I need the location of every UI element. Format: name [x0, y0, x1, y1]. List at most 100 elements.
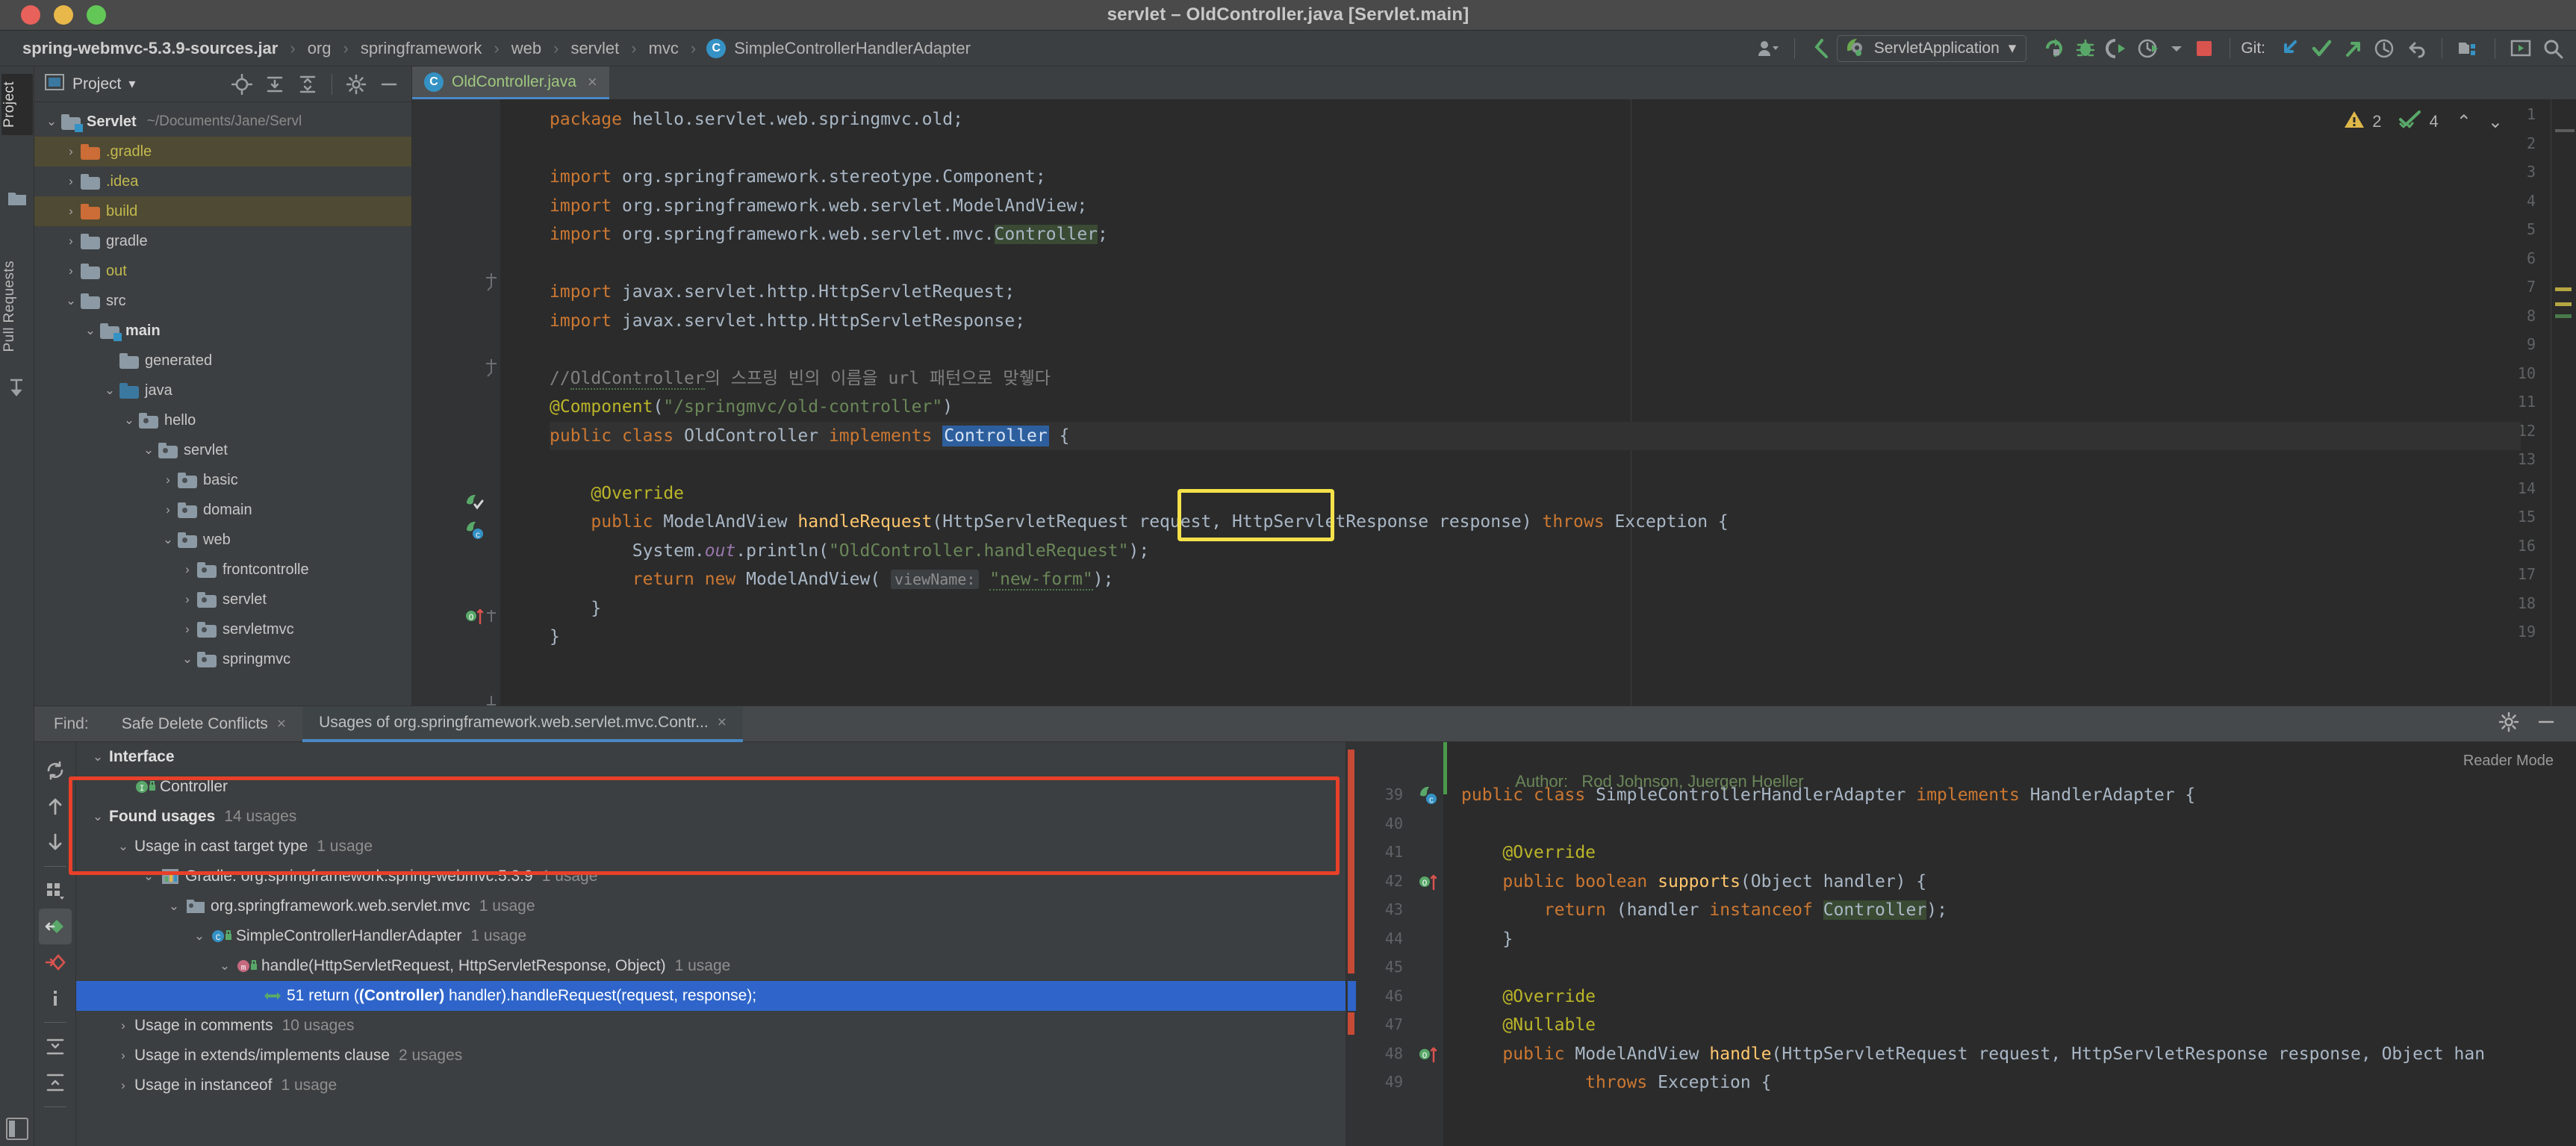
usage-row[interactable]: › Usage in comments 10 usages — [76, 1011, 1345, 1041]
usage-row[interactable]: I Controller — [76, 772, 1345, 802]
code-line[interactable]: } — [550, 623, 560, 652]
profiler-icon[interactable] — [2132, 34, 2164, 63]
expand-arrow-icon[interactable]: › — [61, 234, 81, 249]
close-icon[interactable]: × — [277, 715, 286, 733]
project-tree-row[interactable]: › .gradle — [34, 137, 411, 166]
project-tree[interactable]: ⌄ Servlet ~/Documents/Jane/Servl › .gradle ›.… — [34, 102, 411, 704]
collapse-arrow-icon[interactable]: ⌄ — [42, 114, 61, 129]
collapse-arrow-icon[interactable]: ⌄ — [158, 532, 178, 547]
expand-arrow-icon[interactable]: › — [112, 1078, 134, 1093]
find-tab-usages[interactable]: Usages of org.springframework.web.servle… — [302, 706, 744, 742]
hide-panel-icon[interactable] — [2536, 711, 2557, 736]
expand-arrow-icon[interactable]: › — [61, 144, 81, 159]
collapse-arrow-icon[interactable]: ⌄ — [163, 899, 185, 914]
breadcrumb-item-org[interactable]: org — [306, 39, 333, 58]
expand-arrow-icon[interactable]: › — [158, 502, 178, 517]
usage-row[interactable]: › Usage in extends/implements clause 2 usa… — [76, 1041, 1345, 1071]
expand-usages-icon[interactable] — [38, 909, 72, 944]
exclude-usage-icon[interactable] — [39, 944, 72, 980]
collapse-arrow-icon[interactable]: ⌄ — [87, 809, 109, 824]
bean-class-gutter-icon[interactable]: C — [1418, 785, 1439, 809]
close-icon[interactable]: × — [588, 72, 597, 92]
code-editor[interactable]: 1 2 3 4 5 6 7 8 9 10 11 12 13 14 15 16 17 18 19 package he… — [412, 99, 2576, 706]
project-tree-row[interactable]: ⌄ src — [34, 286, 411, 316]
collapse-arrow-icon[interactable]: ⌄ — [178, 652, 197, 667]
run-anything-icon[interactable] — [2506, 34, 2537, 63]
usage-row[interactable]: ⌄ Found usages 14 usages — [76, 802, 1345, 832]
preview-code-line[interactable]: } — [1461, 929, 1513, 959]
code-line[interactable]: public class OldController implements Co… — [550, 421, 2521, 450]
project-tree-row[interactable]: ⌄ springmvc — [34, 644, 411, 674]
usage-row[interactable]: ⌄ Usage in cast target type 1 usage — [76, 832, 1345, 862]
preview-code-line[interactable]: public class SimpleControllerHandlerAdap… — [1461, 785, 2195, 815]
run-icon[interactable] — [2038, 34, 2070, 63]
inspection-widget[interactable]: 2 4 ⌃ ⌄ — [2344, 110, 2503, 134]
expand-arrow-icon[interactable]: › — [158, 473, 178, 488]
chevron-down-icon[interactable]: ▾ — [128, 76, 135, 92]
breadcrumb-item-springframework[interactable]: springframework — [359, 39, 484, 58]
code-line[interactable]: System.out.println("OldController.handle… — [550, 537, 1149, 566]
usage-row[interactable]: ⌄ Interface — [76, 742, 1345, 772]
collapse-all-icon[interactable] — [293, 70, 323, 99]
usage-row[interactable]: ⌄ org.springframework.web.servlet.mvc 1 us… — [76, 891, 1345, 921]
implementing-method-gutter-icon[interactable]: O — [464, 605, 485, 626]
commit-icon[interactable] — [2306, 34, 2337, 63]
expand-arrow-icon[interactable]: › — [61, 174, 81, 189]
expand-all-icon[interactable] — [39, 1029, 72, 1065]
pull-request-icon[interactable] — [7, 379, 25, 402]
stripe-info-mark[interactable] — [2555, 314, 2572, 318]
sidebar-tab-pull-requests[interactable]: Pull Requests — [1, 253, 18, 359]
preview-code-line[interactable]: @Nullable — [1461, 1015, 1596, 1044]
code-line[interactable]: import org.springframework.web.servlet.m… — [550, 220, 1108, 249]
breadcrumb-item-class[interactable]: SimpleControllerHandlerAdapter — [732, 39, 972, 58]
preview-code-line[interactable]: public ModelAndView handle(HttpServletRe… — [1461, 1044, 2485, 1074]
fold-marker-icon[interactable] — [484, 605, 499, 622]
breadcrumb-item-mvc[interactable]: mvc — [647, 39, 680, 58]
collapse-arrow-icon[interactable]: ⌄ — [139, 443, 158, 458]
code-line[interactable]: } — [550, 594, 601, 623]
locate-icon[interactable] — [227, 70, 257, 99]
usage-row[interactable]: › Usage in instanceof 1 usage — [76, 1071, 1345, 1100]
code-line[interactable]: @Component("/springmvc/old-controller") — [550, 393, 953, 422]
gear-icon[interactable] — [341, 70, 371, 99]
usage-row[interactable]: ⌄ Gradle: org.springframework:spring-webm… — [76, 862, 1345, 891]
usage-row[interactable]: ⌄ m handle(HttpServletRequest, HttpServlet… — [76, 951, 1345, 981]
previous-problem-icon[interactable]: ⌃ — [2457, 111, 2471, 133]
project-tree-row[interactable]: › gradle — [34, 226, 411, 256]
stripe-warning-mark[interactable] — [2555, 287, 2572, 291]
expand-arrow-icon[interactable]: › — [61, 204, 81, 219]
folder-icon[interactable] — [7, 190, 27, 211]
code-line[interactable]: return new ModelAndView( viewName: "new-… — [550, 565, 1113, 594]
collapse-arrow-icon[interactable]: ⌄ — [61, 293, 81, 308]
gear-icon[interactable] — [2498, 711, 2519, 736]
project-tree-row[interactable]: ⌄ main — [34, 316, 411, 346]
collapse-arrow-icon[interactable]: ⌄ — [119, 413, 139, 428]
expand-arrow-icon[interactable]: › — [112, 1018, 134, 1033]
user-icon[interactable] — [1752, 34, 1784, 63]
code-line[interactable]: //OldController의 스프링 빈의 이름을 url 패턴으로 맞췧다 — [550, 364, 1051, 393]
code-line[interactable]: import org.springframework.stereotype.Co… — [550, 163, 1046, 192]
expand-arrow-icon[interactable]: › — [61, 264, 81, 278]
next-occurrence-icon[interactable] — [39, 824, 72, 860]
project-tree-row[interactable]: › build — [34, 196, 411, 226]
project-tree-row[interactable]: ⌄ Servlet ~/Documents/Jane/Servl — [34, 107, 411, 137]
usage-row[interactable]: ⌄ C SimpleControllerHandlerAdapter 1 usage — [76, 921, 1345, 951]
project-tree-row[interactable]: › frontcontrolle — [34, 555, 411, 585]
stop-icon[interactable] — [2189, 34, 2219, 63]
project-tree-row[interactable]: › out — [34, 256, 411, 286]
usage-row-selected[interactable]: 51 return ((Controller) handler).handleR… — [76, 981, 1345, 1011]
preview-code-lines[interactable]: public class SimpleControllerHandlerAdap… — [1443, 742, 2576, 1146]
code-line[interactable]: import org.springframework.web.servlet.M… — [550, 192, 1087, 221]
usage-preview-pane[interactable]: Reader Mode Author: Rod Johnson, Juergen… — [1345, 742, 2576, 1146]
navigate-back-icon[interactable] — [1805, 34, 1837, 63]
project-tree-row[interactable]: › servletmvc — [34, 614, 411, 644]
expand-arrow-icon[interactable]: › — [178, 622, 197, 637]
project-tree-row[interactable]: ⌄ java — [34, 376, 411, 405]
search-everywhere-icon[interactable] — [2537, 34, 2569, 63]
usages-tree[interactable]: ⌄ Interface I Controller ⌄ Found usages 14 usa… — [76, 742, 1345, 1146]
info-icon[interactable] — [39, 980, 72, 1016]
collapse-all-icon[interactable] — [39, 1065, 72, 1100]
rerun-icon[interactable] — [39, 753, 72, 788]
project-tree-row[interactable]: ⌄ web — [34, 525, 411, 555]
rollback-icon[interactable] — [2400, 34, 2431, 63]
